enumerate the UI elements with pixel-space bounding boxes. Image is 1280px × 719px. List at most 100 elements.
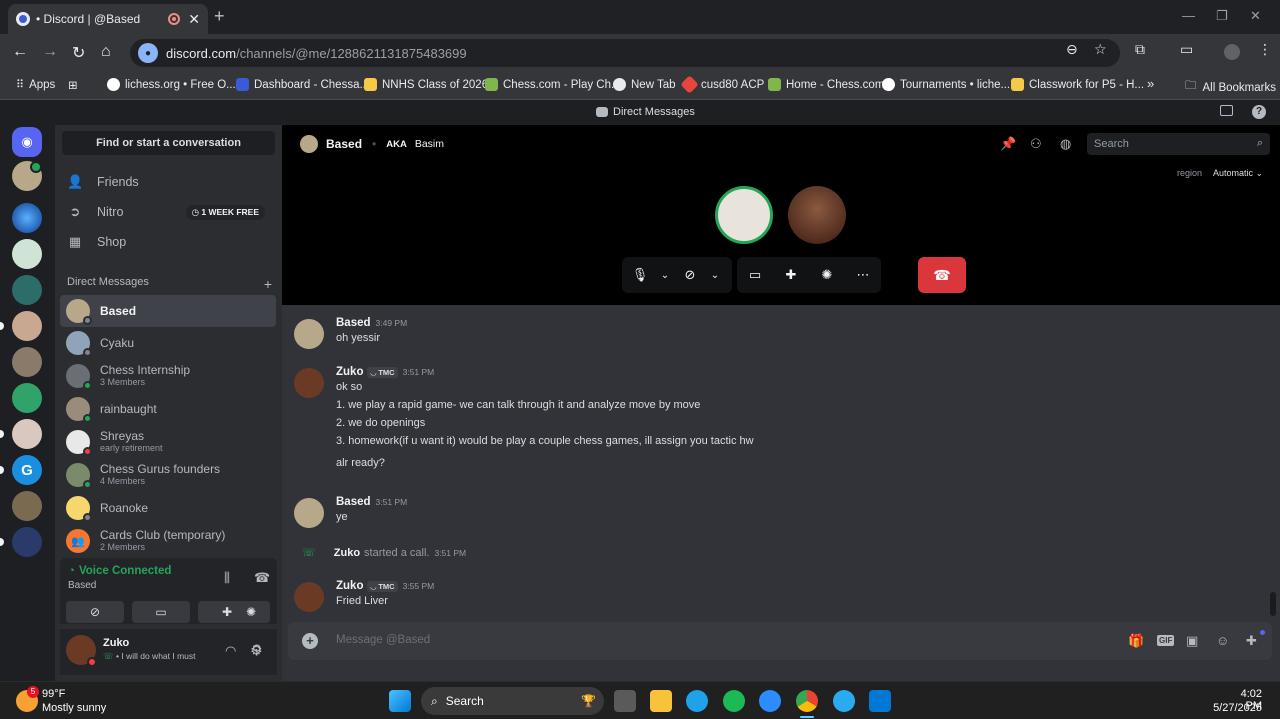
task-view-icon[interactable] [614,690,636,712]
voice-connected-status[interactable]: ◔ Voice Connected [68,565,171,577]
profile-toggle-icon[interactable]: ◍ [1060,136,1071,152]
emoji-icon[interactable]: ☺ [1216,633,1229,648]
sidebar-item-friends[interactable]: 👤 Friends [61,168,275,196]
dm-item-chess-internship[interactable]: Chess Internship 3 Members [60,360,276,392]
bookmark-nnhs[interactable]: NNHS Class of 2026 [364,78,488,91]
bookmark-classwork[interactable]: Classwork for P5 - H... [1011,78,1144,91]
dm-item-shreyas[interactable]: Shreyas early retirement [60,426,276,458]
screen-share-button[interactable]: ▭ [132,601,190,623]
browser-menu-icon[interactable]: ⋮ [1258,41,1272,58]
back-icon[interactable]: ← [12,43,28,61]
pin-icon[interactable]: 📌 [1000,136,1016,152]
dm-item-cyaku[interactable]: Cyaku [60,327,276,359]
search-input[interactable]: Search ⌕ [1087,133,1270,155]
soundboard-icon[interactable]: ✺ [809,267,845,283]
avatar[interactable] [294,582,324,612]
avatar[interactable] [294,368,324,398]
bookmark-chesscom-home[interactable]: Home - Chess.com [768,78,884,91]
zoom-app-icon[interactable] [759,690,781,712]
participant-avatar-based[interactable] [715,186,773,244]
end-call-button[interactable]: ☎ [918,257,966,293]
discord-home-icon[interactable]: ◉ [12,127,42,157]
bookmark-apps[interactable]: ⠿ Apps [16,78,55,92]
bookmark-star-icon[interactable]: ☆ [1094,41,1107,58]
attach-plus-icon[interactable]: + [302,633,318,649]
server-icon[interactable] [12,527,42,557]
message-input[interactable]: Message @Based [336,634,430,646]
server-icon[interactable] [12,347,42,377]
home-icon[interactable]: ⌂ [101,43,111,61]
find-conversation-button[interactable]: Find or start a conversation [62,131,275,155]
bookmark-lichess[interactable]: lichess.org • Free O... [107,78,236,91]
dm-item-cards-club[interactable]: 👥 Cards Club (temporary) 2 Members [60,525,276,557]
weather-temp[interactable]: 99°F [42,688,65,700]
profile-avatar[interactable] [1224,44,1240,60]
header-user-name[interactable]: Based [326,137,362,151]
inbox-icon[interactable] [1220,105,1233,116]
bookmark-chesscom[interactable]: Chess.com - Play Ch... [485,78,621,91]
sidebar-item-shop[interactable]: ▦ Shop [61,228,275,256]
spotify-icon[interactable] [723,690,745,712]
avatar[interactable] [294,319,324,349]
windows-start-icon[interactable] [389,690,411,712]
settings-gear-icon[interactable]: ⚙ [250,642,263,659]
headphones-icon[interactable]: ◠ [225,643,236,659]
weather-desc[interactable]: Mostly sunny [42,702,106,714]
maximize-icon[interactable]: ❐ [1216,8,1228,24]
gif-icon[interactable]: GIF [1157,635,1175,646]
cast-icon[interactable]: ▭ [1180,41,1193,58]
dm-item-chess-gurus[interactable]: Chess Gurus founders 4 Members [60,459,276,491]
taskbar-search[interactable]: ⌕ Search 🏆 [421,687,604,715]
apps-gamepad-icon[interactable]: ✚ [1246,633,1257,649]
bookmark-newtab[interactable]: New Tab [613,78,676,91]
noise-suppression-icon[interactable]: ⫼ [224,570,230,586]
forward-icon[interactable]: → [42,43,58,61]
more-bookmarks-button[interactable]: » [1147,76,1154,91]
bookmark-tournaments[interactable]: Tournaments • liche... [882,78,1010,91]
dm-item-based[interactable]: Based [60,295,276,327]
server-tag-badge[interactable]: ◡ TMC [367,366,398,378]
sidebar-item-nitro[interactable]: ➲ Nitro ◷ 1 WEEK FREE [61,198,275,226]
server-icon[interactable] [12,239,42,269]
close-tab-icon[interactable]: ✕ [188,11,200,28]
region-select[interactable]: Automatic ⌄ [1213,168,1263,179]
bookmark-cusd80[interactable]: cusd80 ACP [680,75,764,94]
create-dm-icon[interactable]: + [264,276,272,292]
bookmark-dashboard[interactable]: Dashboard - Chessa... [236,78,369,91]
telegram-icon[interactable] [833,690,855,712]
site-info-icon[interactable]: ● [138,43,158,63]
dm-item-roanoke[interactable]: Roanoke [60,492,276,524]
server-icon[interactable] [12,275,42,305]
gamepad-icon[interactable]: ✚ [773,267,809,283]
server-tag-badge[interactable]: ◡ TMC [367,580,398,592]
chevron-down-icon[interactable]: ⌄ [658,270,672,281]
browser-tab[interactable]: • Discord | @Based ✕ [8,4,208,34]
voice-channel-name[interactable]: Based [68,580,96,591]
more-options-icon[interactable]: ⋯ [845,267,881,283]
chevron-down-icon[interactable]: ⌄ [708,270,722,281]
extensions-icon[interactable]: ⧉ [1135,41,1145,58]
address-bar[interactable]: ● discord.com /channels/@me/128862113187… [130,39,1120,67]
server-icon[interactable] [12,419,42,449]
camera-off-icon[interactable]: ⊘ [672,267,708,283]
soundboard-button[interactable]: ✺ [232,601,270,623]
edge-icon[interactable] [686,690,708,712]
avatar[interactable] [294,498,324,528]
all-bookmarks[interactable]: 🗀 All Bookmarks [1185,78,1276,97]
new-tab-button[interactable]: + [214,6,225,27]
vscode-icon[interactable] [869,690,891,712]
server-icon[interactable] [12,383,42,413]
close-window-icon[interactable]: ✕ [1250,8,1261,24]
help-icon[interactable]: ? [1252,105,1266,119]
reload-icon[interactable]: ↻ [72,43,85,63]
clock-date[interactable]: 5/27/2025 [1210,702,1262,714]
server-icon[interactable] [12,491,42,521]
tab-groups-icon[interactable]: ⊞ [68,78,78,92]
mic-icon[interactable]: 🎙 [622,267,658,283]
chrome-icon[interactable] [796,690,818,712]
participant-avatar-zuko[interactable] [788,186,846,244]
minimize-icon[interactable]: — [1182,8,1195,23]
screen-share-icon[interactable]: ▭ [737,267,773,283]
server-icon[interactable]: G [12,455,42,485]
file-explorer-icon[interactable] [650,690,672,712]
